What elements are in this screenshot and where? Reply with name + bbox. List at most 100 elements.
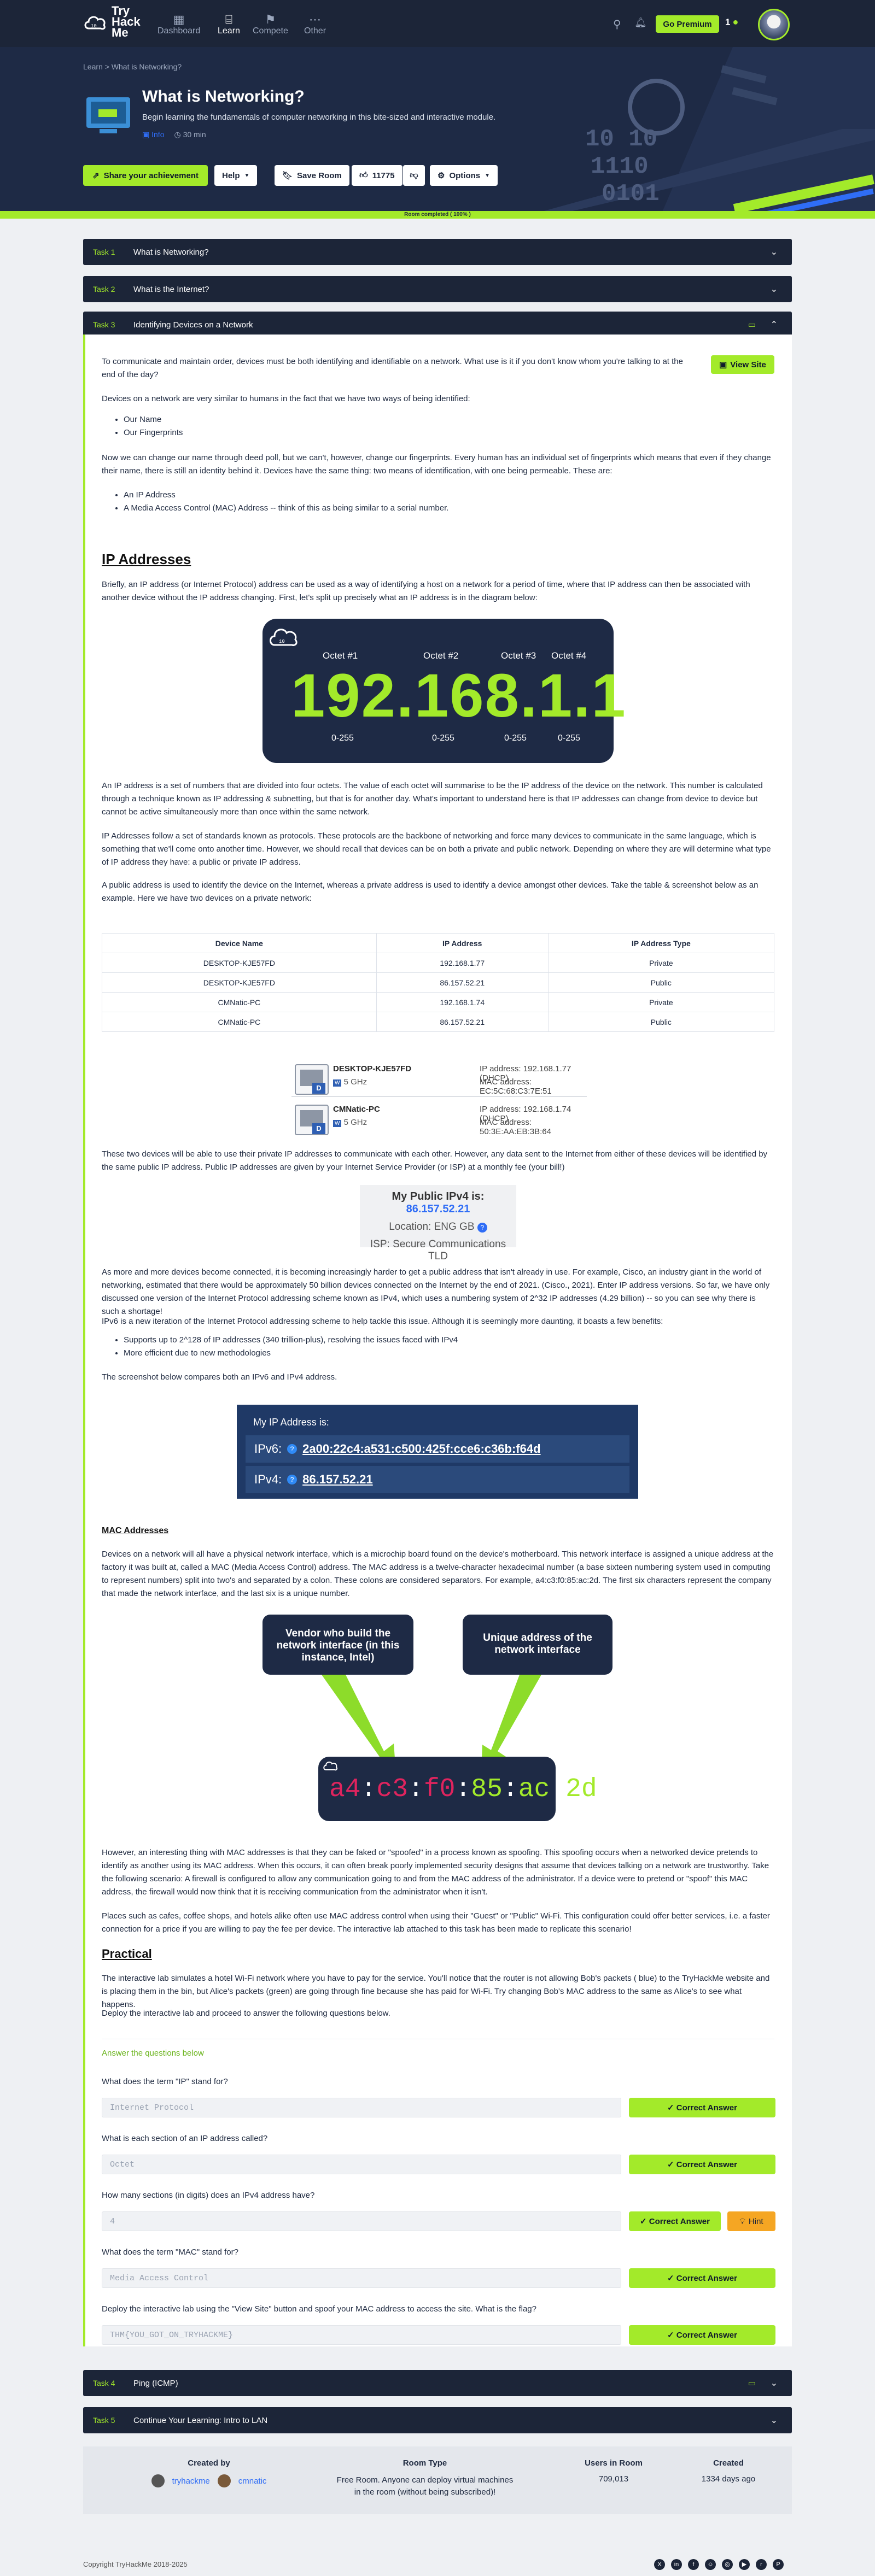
task-number: Task 3 <box>93 320 115 329</box>
octet-label-4: Octet #4 <box>551 650 587 661</box>
mac-pair: f0 <box>423 1775 456 1804</box>
breadcrumb-learn[interactable]: Learn <box>83 62 103 71</box>
device-row: D DESKTOP-KJE57FD W 5 GHz IP address: 19… <box>291 1061 587 1097</box>
correct-answer-button-1[interactable]: ✓ Correct Answer <box>629 2098 775 2117</box>
duration: ◷ 30 min <box>174 130 206 139</box>
chevron-down-icon: ⌄ <box>770 285 778 294</box>
device-name: DESKTOP-KJE57FD <box>333 1064 412 1073</box>
options-button[interactable]: ⚙ Options ▼ <box>430 165 498 186</box>
go-premium-button[interactable]: Go Premium <box>656 15 719 33</box>
task-3-header[interactable]: Task 3 Identifying Devices on a Network ▭ ⌃ <box>83 312 792 338</box>
correct-answer-button-4[interactable]: ✓ Correct Answer <box>629 2268 775 2288</box>
answer-heading: Answer the questions below <box>102 2049 204 2058</box>
room-hero: 10 10 1110 0101 Learn > What is Networki… <box>0 47 875 213</box>
room-icon <box>83 87 133 138</box>
created-by: Created by tryhackme cmnatic <box>132 2458 285 2487</box>
task-4-header[interactable]: Task 4 Ping (ICMP) ▭ ⌄ <box>83 2370 792 2396</box>
octet-range-4: 0-255 <box>558 734 580 743</box>
devices-screenshot: D DESKTOP-KJE57FD W 5 GHz IP address: 19… <box>291 1061 587 1139</box>
octet-value-2: 168 <box>415 661 520 730</box>
nav-learn[interactable]: ⌸ Learn <box>218 13 240 36</box>
list-item: A Media Access Control (MAC) Address -- … <box>124 502 774 515</box>
correct-answer-button-3[interactable]: ✓ Correct Answer <box>629 2211 721 2231</box>
save-room-button[interactable]: 🔖︎ Save Room <box>275 165 349 186</box>
task-2-header[interactable]: Task 2 What is the Internet? ⌄ <box>83 276 792 302</box>
ip-address-table: Device Name IP Address IP Address Type D… <box>102 933 775 1032</box>
ip-paragraph-1: Briefly, an IP address (or Internet Prot… <box>102 580 750 602</box>
list-item: Supports up to 2^128 of IP addresses (34… <box>124 1334 774 1347</box>
help-button[interactable]: Help ▼ <box>214 165 258 186</box>
hint-button[interactable]: 💡︎ Hint <box>727 2211 775 2231</box>
task-file-icon[interactable]: ▭ <box>748 320 756 330</box>
facebook-icon[interactable]: f <box>688 2559 699 2570</box>
dislike-button[interactable]: 👎︎ <box>403 165 425 186</box>
device-id-list: An IP Address A Media Access Control (MA… <box>102 489 774 515</box>
answer-field-2[interactable]: Octet <box>102 2155 621 2174</box>
like-button[interactable]: 👍︎ 11775 <box>352 165 402 186</box>
practical-heading: Practical <box>102 1947 152 1961</box>
ip-paragraph-2: An IP address is a set of numbers that a… <box>102 781 763 817</box>
help-circle-icon[interactable]: ? <box>477 1223 487 1233</box>
answer-field-1[interactable]: Internet Protocol <box>102 2098 621 2117</box>
mac-address-display: a4:c3:f0:85:ac:2d <box>329 1775 597 1804</box>
compete-icon: ⚑ <box>265 13 276 26</box>
help-circle-icon[interactable]: ? <box>287 1444 298 1454</box>
creator-avatar[interactable] <box>151 2474 165 2487</box>
answer-field-5[interactable]: THM{YOU_GOT_ON_TRYHACKME} <box>102 2325 621 2345</box>
nav-dashboard[interactable]: ▦ Dashboard <box>158 13 200 36</box>
task-1-header[interactable]: Task 1 What is Networking? ⌄ <box>83 239 792 265</box>
learn-icon: ⌸ <box>225 13 233 26</box>
nav-other[interactable]: ⋯ Other <box>304 13 326 36</box>
mac-paragraph-1: Devices on a network will all have a phy… <box>102 1550 774 1598</box>
x-icon[interactable]: X <box>654 2559 665 2570</box>
bell-icon[interactable]: 🔔︎ <box>634 17 647 28</box>
mac-pair: 2d <box>565 1775 597 1804</box>
ipv6-row: IPv6:? 2a00:22c4:a531:c500:425f:cce6:c36b… <box>246 1435 629 1463</box>
creator-avatar[interactable] <box>217 2474 231 2487</box>
avatar[interactable] <box>758 9 790 40</box>
users-value: 709,013 <box>598 2474 629 2484</box>
logo-text: Try Hack Me <box>112 4 141 39</box>
window-icon: ▣ <box>719 360 727 369</box>
created-value: 1334 days ago <box>701 2474 756 2484</box>
created-label: Created <box>713 2458 744 2468</box>
youtube-icon[interactable]: ▶ <box>739 2559 750 2570</box>
octet-label-3: Octet #3 <box>501 650 536 661</box>
task-file-icon[interactable]: ▭ <box>748 2378 756 2388</box>
ipv4-row: IPv4:? 86.157.52.21 <box>246 1466 629 1493</box>
share-achievement-button[interactable]: ⇗ Share your achievement <box>83 165 208 186</box>
correct-answer-button-5[interactable]: ✓ Correct Answer <box>629 2325 775 2345</box>
mac-paragraph-2: However, an interesting thing with MAC a… <box>102 1848 769 1897</box>
computer-icon: D <box>295 1064 329 1095</box>
answer-field-3[interactable]: 4 <box>102 2211 621 2231</box>
creator-link[interactable]: tryhackme <box>172 2477 210 2486</box>
answer-field-4[interactable]: Media Access Control <box>102 2268 621 2288</box>
ipv6-benefits-list: Supports up to 2^128 of IP addresses (34… <box>102 1334 774 1360</box>
streak[interactable]: 1 ● <box>725 16 738 28</box>
question-2: What is each section of an IP address ca… <box>102 2134 268 2143</box>
search-icon[interactable]: ⚲ <box>613 17 621 31</box>
discord-icon[interactable]: ☺ <box>705 2559 716 2570</box>
creator-link[interactable]: cmnatic <box>238 2477 267 2486</box>
list-item: Our Fingerprints <box>124 426 774 439</box>
reddit-icon[interactable]: r <box>756 2559 767 2570</box>
room-type: Room Type Free Room. Anyone can deploy v… <box>335 2458 515 2498</box>
copyright: Copyright TryHackMe 2018-2025 <box>83 2560 188 2568</box>
practical-paragraph-2: Deploy the interactive lab and proceed t… <box>102 2009 390 2018</box>
room-subtitle: Begin learning the fundamentals of compu… <box>142 113 496 122</box>
task-number: Task 4 <box>93 2379 115 2387</box>
help-circle-icon[interactable]: ? <box>287 1475 298 1484</box>
view-site-button[interactable]: ▣ View Site <box>711 355 774 374</box>
device-mac: MAC address: 50:3E:AA:EB:3B:64 <box>480 1118 551 1136</box>
column-header: Device Name <box>102 933 377 953</box>
correct-answer-button-2[interactable]: ✓ Correct Answer <box>629 2155 775 2174</box>
linkedin-icon[interactable]: in <box>671 2559 682 2570</box>
instagram-icon[interactable]: ◎ <box>722 2559 733 2570</box>
ip-paragraph-6: As more and more devices become connecte… <box>102 1268 770 1316</box>
octet-range-1: 0-255 <box>331 734 354 743</box>
nav-compete[interactable]: ⚑ Compete <box>253 13 288 36</box>
task-5-header[interactable]: Task 5 Continue Your Learning: Intro to L… <box>83 2407 792 2433</box>
pinterest-icon[interactable]: P <box>773 2559 784 2570</box>
top-nav: 10 Try Hack Me ▦ Dashboard ⌸ Learn ⚑ Compet… <box>0 0 875 47</box>
logo[interactable]: 10 Try Hack Me <box>83 4 144 39</box>
